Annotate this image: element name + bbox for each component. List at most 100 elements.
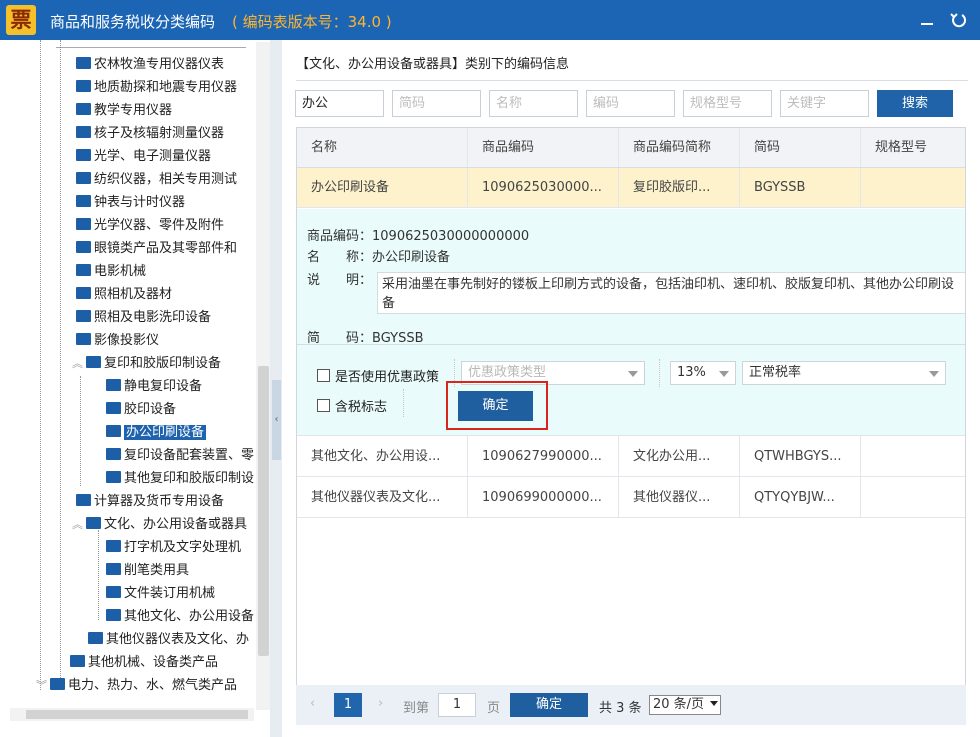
folder-icon bbox=[76, 287, 91, 299]
cell-name: 其他仪器仪表及文化... bbox=[297, 477, 468, 517]
tree-item[interactable]: 文件装订用机械 bbox=[106, 583, 215, 605]
tree-item[interactable]: 其他仪器仪表及文化、办 bbox=[88, 629, 249, 651]
tree-item[interactable]: 照相及电影洗印设备 bbox=[76, 307, 211, 329]
column-header[interactable]: 名称 bbox=[297, 128, 468, 167]
tree-item[interactable]: 其他机械、设备类产品 bbox=[70, 652, 218, 674]
back-icon[interactable] bbox=[946, 9, 968, 31]
tree-item[interactable]: 教学专用仪器 bbox=[76, 100, 172, 122]
folder-icon bbox=[106, 586, 121, 598]
collapse-panel-icon[interactable]: ‹ bbox=[272, 380, 281, 460]
folder-icon bbox=[76, 195, 91, 207]
tax-type-select[interactable]: 正常税率 bbox=[742, 361, 946, 385]
folder-icon bbox=[76, 310, 91, 322]
tree-item[interactable]: 照相机及器材 bbox=[76, 284, 172, 306]
folder-icon bbox=[76, 333, 91, 345]
detail-name: 名 称：办公印刷设备 bbox=[307, 250, 451, 265]
tree-item[interactable]: 光学仪器、零件及附件 bbox=[76, 215, 224, 237]
folder-icon bbox=[76, 149, 91, 161]
folder-icon bbox=[106, 540, 121, 552]
tree-vertical-scroll-thumb[interactable] bbox=[258, 366, 269, 656]
pagination-bar: ‹ 1 › 到第 1 页 确定 共 3 条 20 条/页 bbox=[296, 685, 966, 725]
keyword-filter-input[interactable]: 关键字 bbox=[780, 90, 869, 117]
tax-included-checkbox[interactable] bbox=[317, 399, 330, 412]
cell-short-name: 复印胶版印... bbox=[619, 168, 740, 207]
tree-item[interactable]: 电影机械 bbox=[76, 261, 146, 283]
divider bbox=[296, 80, 968, 81]
tree-item[interactable]: 静电复印设备 bbox=[106, 376, 202, 398]
cell-name: 办公印刷设备 bbox=[297, 168, 468, 207]
detail-code: 商品编码：1090625030000000000 bbox=[307, 229, 530, 244]
tree-item[interactable]: 打字机及文字处理机 bbox=[106, 537, 241, 559]
page-size-select[interactable]: 20 条/页 bbox=[649, 695, 721, 715]
column-header[interactable]: 规格型号 bbox=[861, 128, 965, 167]
tree-item[interactable]: 眼镜类产品及其零部件和 bbox=[76, 238, 237, 260]
cell-name: 其他文化、办公用设... bbox=[297, 436, 468, 476]
tree-item[interactable]: 地质勘探和地震专用仪器 bbox=[76, 77, 237, 99]
tree-item[interactable]: 农林牧渔专用仪器仪表 bbox=[76, 54, 224, 76]
mingcheng-filter-input[interactable]: 名称 bbox=[489, 90, 578, 117]
cell-jianma: BGYSSB bbox=[740, 168, 861, 207]
tree-item[interactable]: 核子及核辐射测量仪器 bbox=[76, 123, 224, 145]
cell-short-name: 其他仪器仪... bbox=[619, 477, 740, 517]
tree-item-selected[interactable]: 办公印刷设备 bbox=[106, 422, 207, 444]
tax-included-label: 含税标志 bbox=[335, 400, 388, 415]
table-row-selected[interactable]: 办公印刷设备 1090625030000... 复印胶版印... BGYSSB bbox=[297, 168, 965, 208]
search-button[interactable]: 搜索 bbox=[877, 90, 953, 117]
tree-item[interactable]: 钟表与计时仪器 bbox=[76, 192, 185, 214]
tree-item[interactable]: 其他复印和胶版印制设 bbox=[106, 468, 254, 490]
goto-page-input[interactable]: 1 bbox=[438, 693, 476, 717]
next-page-icon[interactable]: › bbox=[378, 696, 383, 711]
minimize-icon[interactable] bbox=[916, 9, 938, 31]
folder-icon bbox=[76, 57, 91, 69]
folder-icon bbox=[76, 80, 91, 92]
tree-item[interactable]: 纺织仪器，相关专用测试 bbox=[76, 169, 237, 191]
cell-short-name: 文化办公用... bbox=[619, 436, 740, 476]
column-header[interactable]: 商品编码简称 bbox=[619, 128, 740, 167]
use-policy-checkbox[interactable] bbox=[317, 369, 330, 382]
tree-item[interactable]: 复印设备配套装置、零 bbox=[106, 445, 254, 467]
folder-icon bbox=[88, 632, 103, 644]
code-info-panel: 【文化、办公用设备或器具】类别下的编码信息 办公 简码 名称 编码 规格型号 关… bbox=[284, 40, 980, 737]
chevron-down-icon bbox=[719, 371, 729, 377]
folder-icon bbox=[106, 425, 121, 437]
cell-code: 1090627990000... bbox=[468, 436, 619, 476]
chevron-down-icon bbox=[628, 371, 638, 377]
goto-confirm-button[interactable]: 确定 bbox=[510, 693, 588, 717]
tree-item[interactable]: 计算器及货币专用设备 bbox=[76, 491, 224, 513]
folder-icon bbox=[70, 655, 85, 667]
tree-item[interactable]: 削笔类用具 bbox=[106, 560, 189, 582]
tree-item-expanded[interactable]: ︽ 文化、办公用设备或器具 bbox=[72, 514, 247, 536]
table-row[interactable]: 其他文化、办公用设... 1090627990000... 文化办公用... Q… bbox=[297, 436, 965, 477]
folder-icon bbox=[106, 471, 121, 483]
prev-page-icon[interactable]: ‹ bbox=[310, 696, 315, 711]
tree-item[interactable]: 影像投影仪 bbox=[76, 330, 159, 352]
tree-item-expanded[interactable]: ︽ 复印和胶版印制设备 bbox=[72, 353, 221, 375]
collapse-icon[interactable]: ︽ bbox=[72, 353, 86, 375]
jianma-filter-input[interactable]: 简码 bbox=[392, 90, 481, 117]
code-filter-input[interactable]: 编码 bbox=[586, 90, 675, 117]
tree-horizontal-scroll-thumb[interactable] bbox=[26, 710, 248, 719]
spec-filter-input[interactable]: 规格型号 bbox=[683, 90, 772, 117]
cell-code: 1090699000000... bbox=[468, 477, 619, 517]
goto-suffix: 页 bbox=[487, 701, 501, 716]
folder-open-icon bbox=[86, 517, 101, 529]
expand-icon[interactable]: ︾ bbox=[36, 675, 50, 697]
cell-spec bbox=[861, 168, 965, 207]
folder-icon bbox=[76, 264, 91, 276]
collapse-icon[interactable]: ︽ bbox=[72, 514, 86, 536]
table-row[interactable]: 其他仪器仪表及文化... 1090699000000... 其他仪器仪... Q… bbox=[297, 477, 965, 518]
name-filter-input[interactable]: 办公 bbox=[295, 90, 384, 117]
folder-icon bbox=[106, 609, 121, 621]
column-header[interactable]: 简码 bbox=[740, 128, 861, 167]
tree-item[interactable]: ︾ 电力、热力、水、燃气类产品 bbox=[36, 675, 237, 697]
folder-icon bbox=[106, 563, 121, 575]
use-policy-label: 是否使用优惠政策 bbox=[335, 370, 440, 385]
column-header[interactable]: 商品编码 bbox=[468, 128, 619, 167]
tree-item[interactable]: 其他文化、办公用设备 bbox=[106, 606, 254, 628]
cell-code: 1090625030000... bbox=[468, 168, 619, 207]
app-logo: 票 bbox=[6, 5, 36, 35]
page-number-current[interactable]: 1 bbox=[334, 693, 362, 717]
tree-item[interactable]: 胶印设备 bbox=[106, 399, 176, 421]
tree-item[interactable]: 光学、电子测量仪器 bbox=[76, 146, 211, 168]
tax-rate-select[interactable]: 13% bbox=[670, 361, 736, 385]
